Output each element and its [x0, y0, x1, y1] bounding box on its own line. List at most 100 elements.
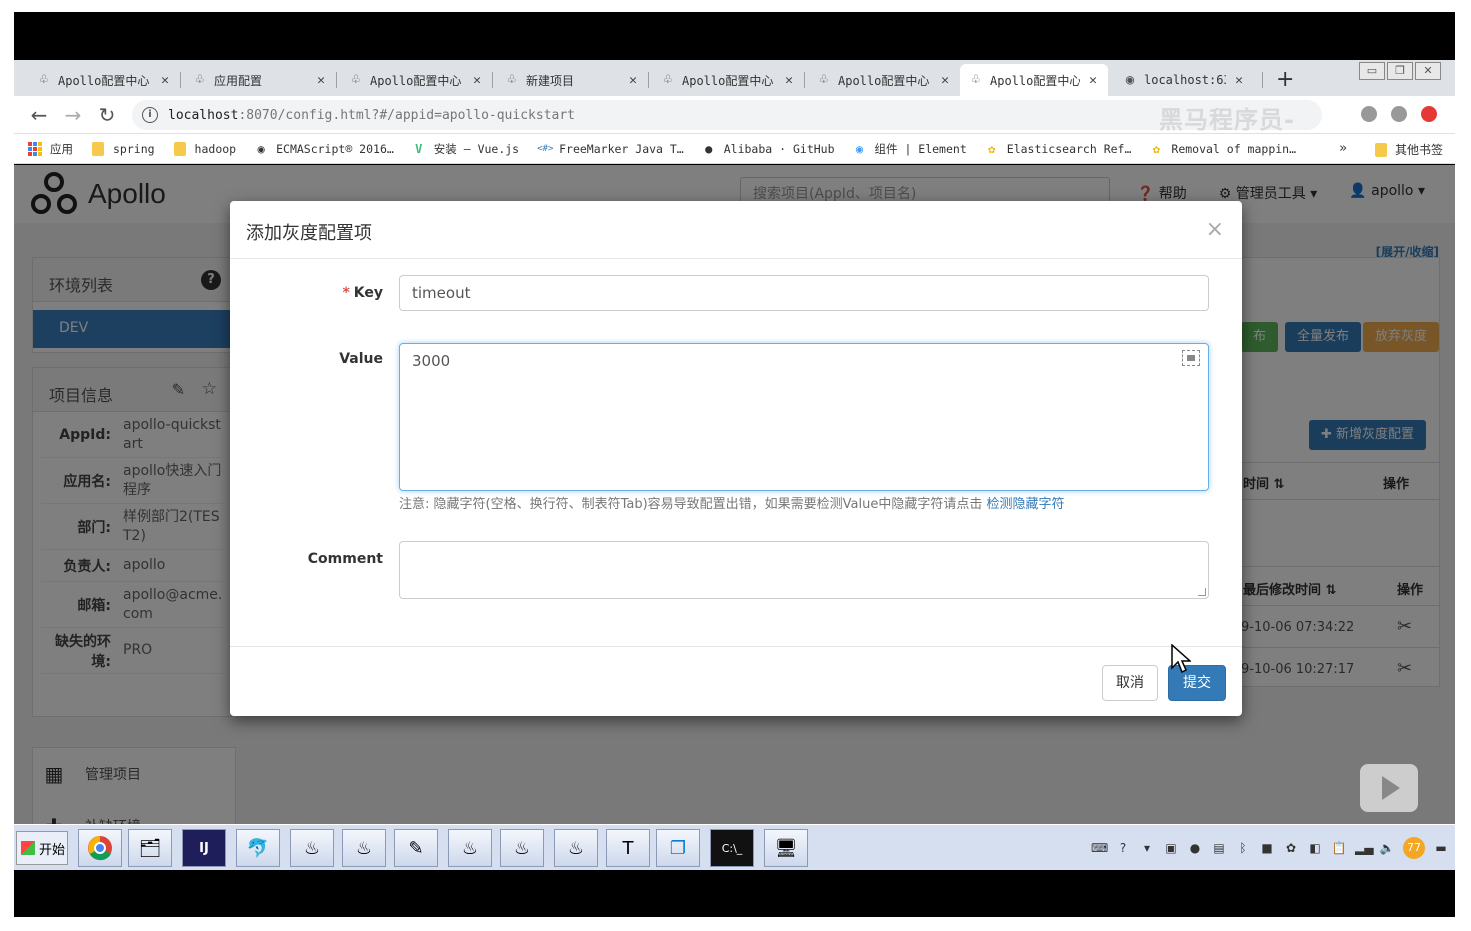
browser-tab-active[interactable]: ♧ Apollo配置中心 ✕: [960, 64, 1108, 96]
typora-taskbar-icon[interactable]: T: [606, 829, 650, 867]
tray-menu-icon[interactable]: ▾: [1139, 840, 1155, 856]
apollo-favicon-icon: ♧: [971, 72, 981, 88]
close-icon[interactable]: ✕: [938, 73, 952, 88]
keyboard-icon[interactable]: ⌨: [1091, 840, 1108, 856]
bookmark-link[interactable]: ✿ Elasticsearch Ref…: [985, 142, 1131, 156]
nvidia-icon[interactable]: ■: [1259, 840, 1275, 856]
clipboard-icon[interactable]: 📋: [1331, 840, 1347, 856]
modal-footer: 取消 提交: [230, 646, 1242, 716]
remote-desktop-taskbar-icon[interactable]: 🖥: [764, 829, 808, 867]
maximize-icon[interactable]: ❐: [1387, 62, 1413, 80]
elastic-logo-icon: ✿: [1152, 141, 1160, 156]
start-button[interactable]: 开始: [16, 831, 68, 865]
folder-icon: [91, 141, 105, 156]
minimize-icon[interactable]: ▭: [1359, 62, 1385, 80]
extension-icon[interactable]: [1361, 106, 1377, 122]
close-icon[interactable]: ✕: [626, 73, 640, 88]
bookmark-apps[interactable]: 应用: [28, 141, 73, 157]
close-icon[interactable]: ×: [1206, 217, 1224, 242]
globe-icon: ◉: [1125, 72, 1135, 88]
intellij-taskbar-icon[interactable]: IJ: [182, 829, 226, 867]
video-play-icon[interactable]: [1360, 764, 1418, 812]
folder-icon: [1374, 142, 1387, 157]
bookmark-link[interactable]: ◉ ECMAScript® 2016…: [254, 141, 394, 156]
fullscreen-icon[interactable]: [1182, 350, 1200, 366]
tab-title: Apollo配置中心: [990, 73, 1080, 88]
java-taskbar-icon[interactable]: ♨: [290, 829, 334, 867]
browser-tab[interactable]: ◉ localhost:630 ✕: [1114, 64, 1254, 96]
java-taskbar-icon[interactable]: ♨: [342, 829, 386, 867]
browser-tab[interactable]: ♧ Apollo配置中心 ✕: [340, 64, 492, 96]
bookmark-link[interactable]: V 安装 — Vue.js: [412, 141, 519, 157]
browser-tab[interactable]: ♧ Apollo配置中心 ✕: [28, 64, 180, 96]
screen-frame: ♧ Apollo配置中心 ✕ ♧ 应用配置 ✕ ♧ Apollo配置中心 ✕ ♧ 新建项目 ✕ …: [14, 12, 1455, 917]
github-icon: ●: [705, 141, 713, 156]
tray-app-icon[interactable]: ◧: [1307, 840, 1323, 856]
vue-logo-icon: V: [415, 141, 423, 156]
value-textarea[interactable]: 3000: [399, 343, 1209, 491]
help-icon[interactable]: ?: [1115, 840, 1131, 856]
bookmark-link[interactable]: ◉ 组件 | Element: [853, 141, 967, 157]
reload-icon[interactable]: ↻: [94, 102, 120, 128]
tab-separator: [804, 72, 805, 88]
bookmark-folder[interactable]: spring: [91, 141, 155, 156]
required-asterisk: *: [342, 285, 350, 301]
browser-tab[interactable]: ♧ 应用配置 ✕: [184, 64, 336, 96]
back-arrow-icon[interactable]: ←: [26, 102, 52, 128]
editor-taskbar-icon[interactable]: ✎: [394, 829, 438, 867]
detect-hidden-chars-link[interactable]: 检测隐藏字符: [987, 497, 1065, 512]
bookmark-link[interactable]: <#> FreeMarker Java T…: [537, 142, 684, 156]
key-input[interactable]: timeout: [399, 275, 1209, 311]
window-close-icon[interactable]: ✕: [1415, 62, 1441, 80]
info-icon[interactable]: i: [142, 107, 158, 123]
bookmark-link[interactable]: ✿ Removal of mappin…: [1149, 142, 1296, 156]
volume-icon[interactable]: 🔈: [1379, 840, 1395, 856]
bookmark-label: ECMAScript® 2016…: [276, 141, 394, 156]
close-icon[interactable]: ✕: [470, 73, 484, 88]
java-taskbar-icon[interactable]: ♨: [448, 829, 492, 867]
bluetooth-icon[interactable]: ᛒ: [1235, 840, 1251, 856]
tab-separator: [336, 72, 337, 88]
java-taskbar-icon[interactable]: ♨: [554, 829, 598, 867]
tray-app-icon[interactable]: ▣: [1163, 840, 1179, 856]
tab-title: Apollo配置中心: [370, 73, 462, 88]
explorer-taskbar-icon[interactable]: 🗂: [128, 829, 172, 867]
resize-grip-icon[interactable]: [1198, 588, 1206, 596]
dolphin-taskbar-icon[interactable]: 🐬: [236, 829, 280, 867]
comment-textarea[interactable]: [399, 541, 1209, 599]
forward-arrow-icon[interactable]: →: [60, 102, 86, 128]
bookmark-label: hadoop: [194, 141, 237, 156]
watermark-text: 黑马程序员-: [1159, 106, 1295, 134]
close-icon[interactable]: ✕: [782, 73, 796, 88]
chrome-taskbar-icon[interactable]: [78, 829, 122, 867]
close-icon[interactable]: ✕: [314, 73, 328, 88]
bookmarks-overflow-icon[interactable]: »: [1339, 141, 1347, 156]
show-desktop-icon[interactable]: ▬: [1433, 840, 1449, 856]
vmware-taskbar-icon[interactable]: ❐: [656, 829, 700, 867]
close-icon[interactable]: ✕: [158, 73, 172, 88]
close-icon[interactable]: ✕: [1232, 73, 1246, 88]
tray-badge[interactable]: 77: [1403, 837, 1425, 859]
tray-app-icon[interactable]: ✿: [1283, 840, 1299, 856]
tab-title: 应用配置: [214, 73, 263, 88]
browser-tab[interactable]: ♧ 新建项目 ✕: [496, 64, 648, 96]
bookmark-folder[interactable]: hadoop: [173, 141, 237, 156]
bookmark-link[interactable]: ● Alibaba · GitHub: [702, 141, 834, 156]
tray-app-icon[interactable]: ▤: [1211, 840, 1227, 856]
close-icon[interactable]: ✕: [1086, 73, 1100, 88]
tray-app-icon[interactable]: ●: [1187, 840, 1203, 856]
address-bar[interactable]: i localhost:8070/config.html?#/appid=apo…: [132, 100, 1322, 130]
adblock-icon[interactable]: [1421, 106, 1437, 122]
extension-icon[interactable]: [1391, 106, 1407, 122]
browser-tab[interactable]: ♧ Apollo配置中心 ✕: [808, 64, 960, 96]
bookmark-label: FreeMarker Java T…: [559, 141, 684, 156]
cancel-button[interactable]: 取消: [1102, 665, 1158, 701]
new-tab-plus-icon[interactable]: +: [1276, 66, 1294, 94]
add-gray-config-modal: 添加灰度配置项 × * Key timeout Value 3000 注意: 隐藏…: [230, 201, 1242, 716]
other-bookmarks[interactable]: 其他书签: [1374, 141, 1443, 158]
browser-tab[interactable]: ♧ Apollo配置中心 ✕: [652, 64, 804, 96]
java-taskbar-icon[interactable]: ♨: [500, 829, 544, 867]
modal-header: 添加灰度配置项 ×: [230, 201, 1242, 259]
cmd-taskbar-icon[interactable]: C:\_: [710, 829, 754, 867]
signal-icon[interactable]: ▂▄: [1355, 840, 1373, 856]
